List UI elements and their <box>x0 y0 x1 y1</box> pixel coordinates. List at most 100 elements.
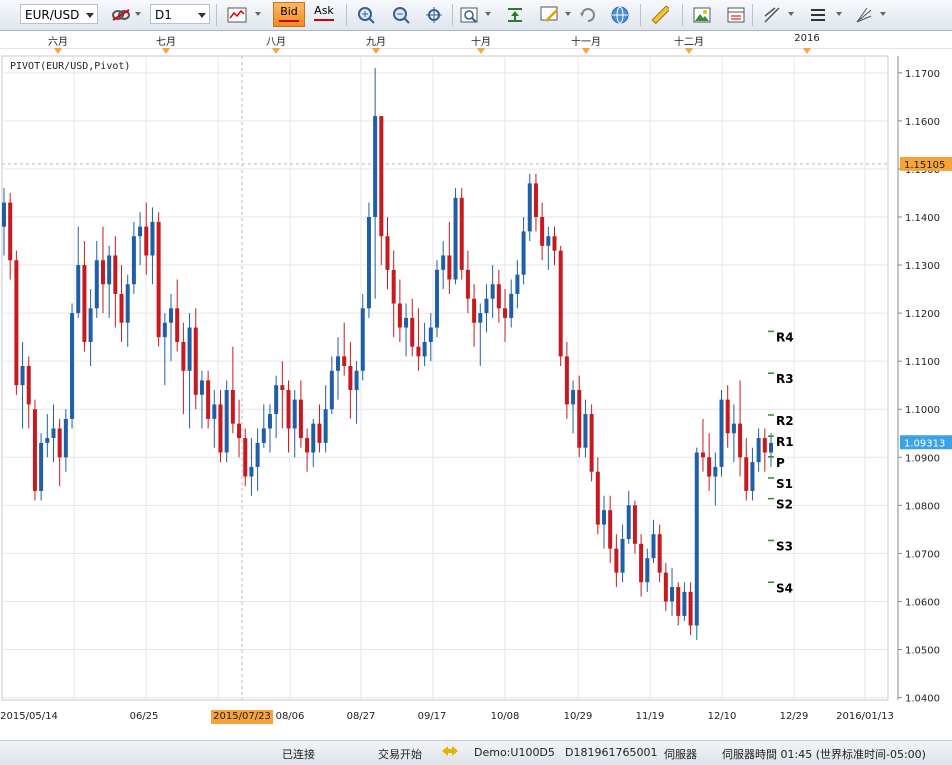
edit-chart-icon[interactable] <box>538 3 562 27</box>
template-icon[interactable] <box>724 3 748 27</box>
month-marker <box>477 48 485 54</box>
candle-body <box>175 308 180 342</box>
candle-body <box>224 390 229 453</box>
draw-lines-icon[interactable] <box>760 3 784 27</box>
candle-body <box>762 438 767 453</box>
candle-body <box>404 317 409 328</box>
candle-body <box>360 308 365 371</box>
candle-body <box>20 365 25 386</box>
search-dropdown-icon[interactable] <box>485 12 491 16</box>
zoom-in-icon[interactable] <box>354 3 378 27</box>
month-marker <box>582 48 590 54</box>
candle-body <box>305 438 310 453</box>
candle-body <box>348 365 353 391</box>
candle-body <box>150 221 155 256</box>
server-time: 伺服器時間 01:45 (世界标准时间-05:00) <box>722 748 926 761</box>
chart-type-icon[interactable] <box>224 3 250 27</box>
pivot-label: S1 <box>776 477 793 491</box>
candle-body <box>379 116 384 237</box>
month-label: 十一月 <box>571 37 601 48</box>
candle-body <box>144 226 149 256</box>
chart-canvas[interactable]: R4R3R2R1PS1S2S3S4 1.17001.16001.15001.14… <box>0 48 952 710</box>
crosshair-icon[interactable] <box>422 3 446 27</box>
ask-line-icon <box>314 19 334 21</box>
chevron-down-icon <box>86 13 94 18</box>
month-label: 八月 <box>266 37 286 48</box>
candle-body <box>601 510 606 525</box>
date-label: 2016/01/13 <box>836 711 894 722</box>
candle-body <box>107 255 112 285</box>
symbol-select[interactable]: EUR/USD <box>20 4 98 24</box>
date-label: 12/10 <box>707 711 737 722</box>
candle-body <box>546 236 551 246</box>
chart-type-dropdown-icon[interactable] <box>255 12 261 16</box>
link-dropdown-icon[interactable] <box>135 12 141 16</box>
candle-body <box>713 466 718 477</box>
zoom-out-icon[interactable] <box>389 3 413 27</box>
candle-body <box>292 399 297 429</box>
candle-body <box>750 462 755 491</box>
price-label: 1.1000 <box>905 405 940 416</box>
timeframe-select[interactable]: D1 <box>150 4 210 24</box>
candle-body <box>397 303 402 328</box>
candle-body <box>206 380 211 419</box>
candle-body <box>490 284 495 299</box>
candle-body <box>298 399 303 439</box>
candle-body <box>410 317 415 347</box>
spacer <box>0 726 952 740</box>
price-label: 1.1200 <box>905 309 940 320</box>
globe-icon[interactable] <box>608 3 632 27</box>
candle-body <box>94 260 99 309</box>
candle-body <box>682 591 687 616</box>
candle-body <box>138 226 143 237</box>
candle-body <box>769 442 773 453</box>
candle-body <box>657 534 662 573</box>
candle-body <box>700 452 705 458</box>
candle-body <box>651 534 656 559</box>
candle-body <box>280 385 285 391</box>
candle-body <box>540 217 545 246</box>
candle-body <box>509 293 514 318</box>
candle-body <box>317 423 322 443</box>
candle-body <box>57 428 62 458</box>
analysis-dropdown-icon[interactable] <box>880 12 886 16</box>
edit-dropdown-icon[interactable] <box>565 12 571 16</box>
pivot-label: R3 <box>776 372 794 386</box>
ask-button[interactable]: Ask <box>308 2 340 27</box>
candle-body <box>738 423 743 458</box>
ruler-icon[interactable] <box>648 3 672 27</box>
candle-body <box>558 250 563 357</box>
pivot-label: R2 <box>776 414 794 428</box>
candle-body <box>323 409 328 443</box>
separator <box>452 4 453 26</box>
candle-body <box>608 510 613 549</box>
date-label: 11/19 <box>635 711 665 722</box>
candle-body <box>719 399 724 467</box>
trading-status: 交易开始 <box>378 748 422 761</box>
month-marker <box>162 48 170 54</box>
indicators-dropdown-icon[interactable] <box>836 12 842 16</box>
candle-body <box>169 308 174 323</box>
candle-body <box>218 404 223 453</box>
server-label: 伺服器 <box>664 748 697 761</box>
month-markers <box>54 48 811 54</box>
candle-body <box>329 370 334 410</box>
candle-body <box>113 255 118 294</box>
indicators-icon[interactable] <box>806 3 830 27</box>
candle-body <box>125 284 130 323</box>
autoscroll-icon[interactable] <box>503 3 527 27</box>
refresh-icon[interactable] <box>576 3 600 27</box>
price-label: 1.0400 <box>905 694 940 705</box>
price-chart[interactable]: R4R3R2R1PS1S2S3S4 1.17001.16001.15001.14… <box>0 48 952 710</box>
candle-body <box>577 390 582 448</box>
candle-body <box>76 265 81 314</box>
link-icon[interactable] <box>108 3 134 27</box>
search-chart-icon[interactable] <box>458 3 482 27</box>
image-icon[interactable] <box>690 3 714 27</box>
indicator-label: PIVOT(EUR/USD,Pivot) <box>10 61 131 72</box>
date-label: 10/08 <box>490 711 520 722</box>
bid-button[interactable]: Bid <box>273 2 305 27</box>
price-label: 1.0500 <box>905 646 940 657</box>
analysis-icon[interactable] <box>852 3 876 27</box>
draw-lines-dropdown-icon[interactable] <box>788 12 794 16</box>
